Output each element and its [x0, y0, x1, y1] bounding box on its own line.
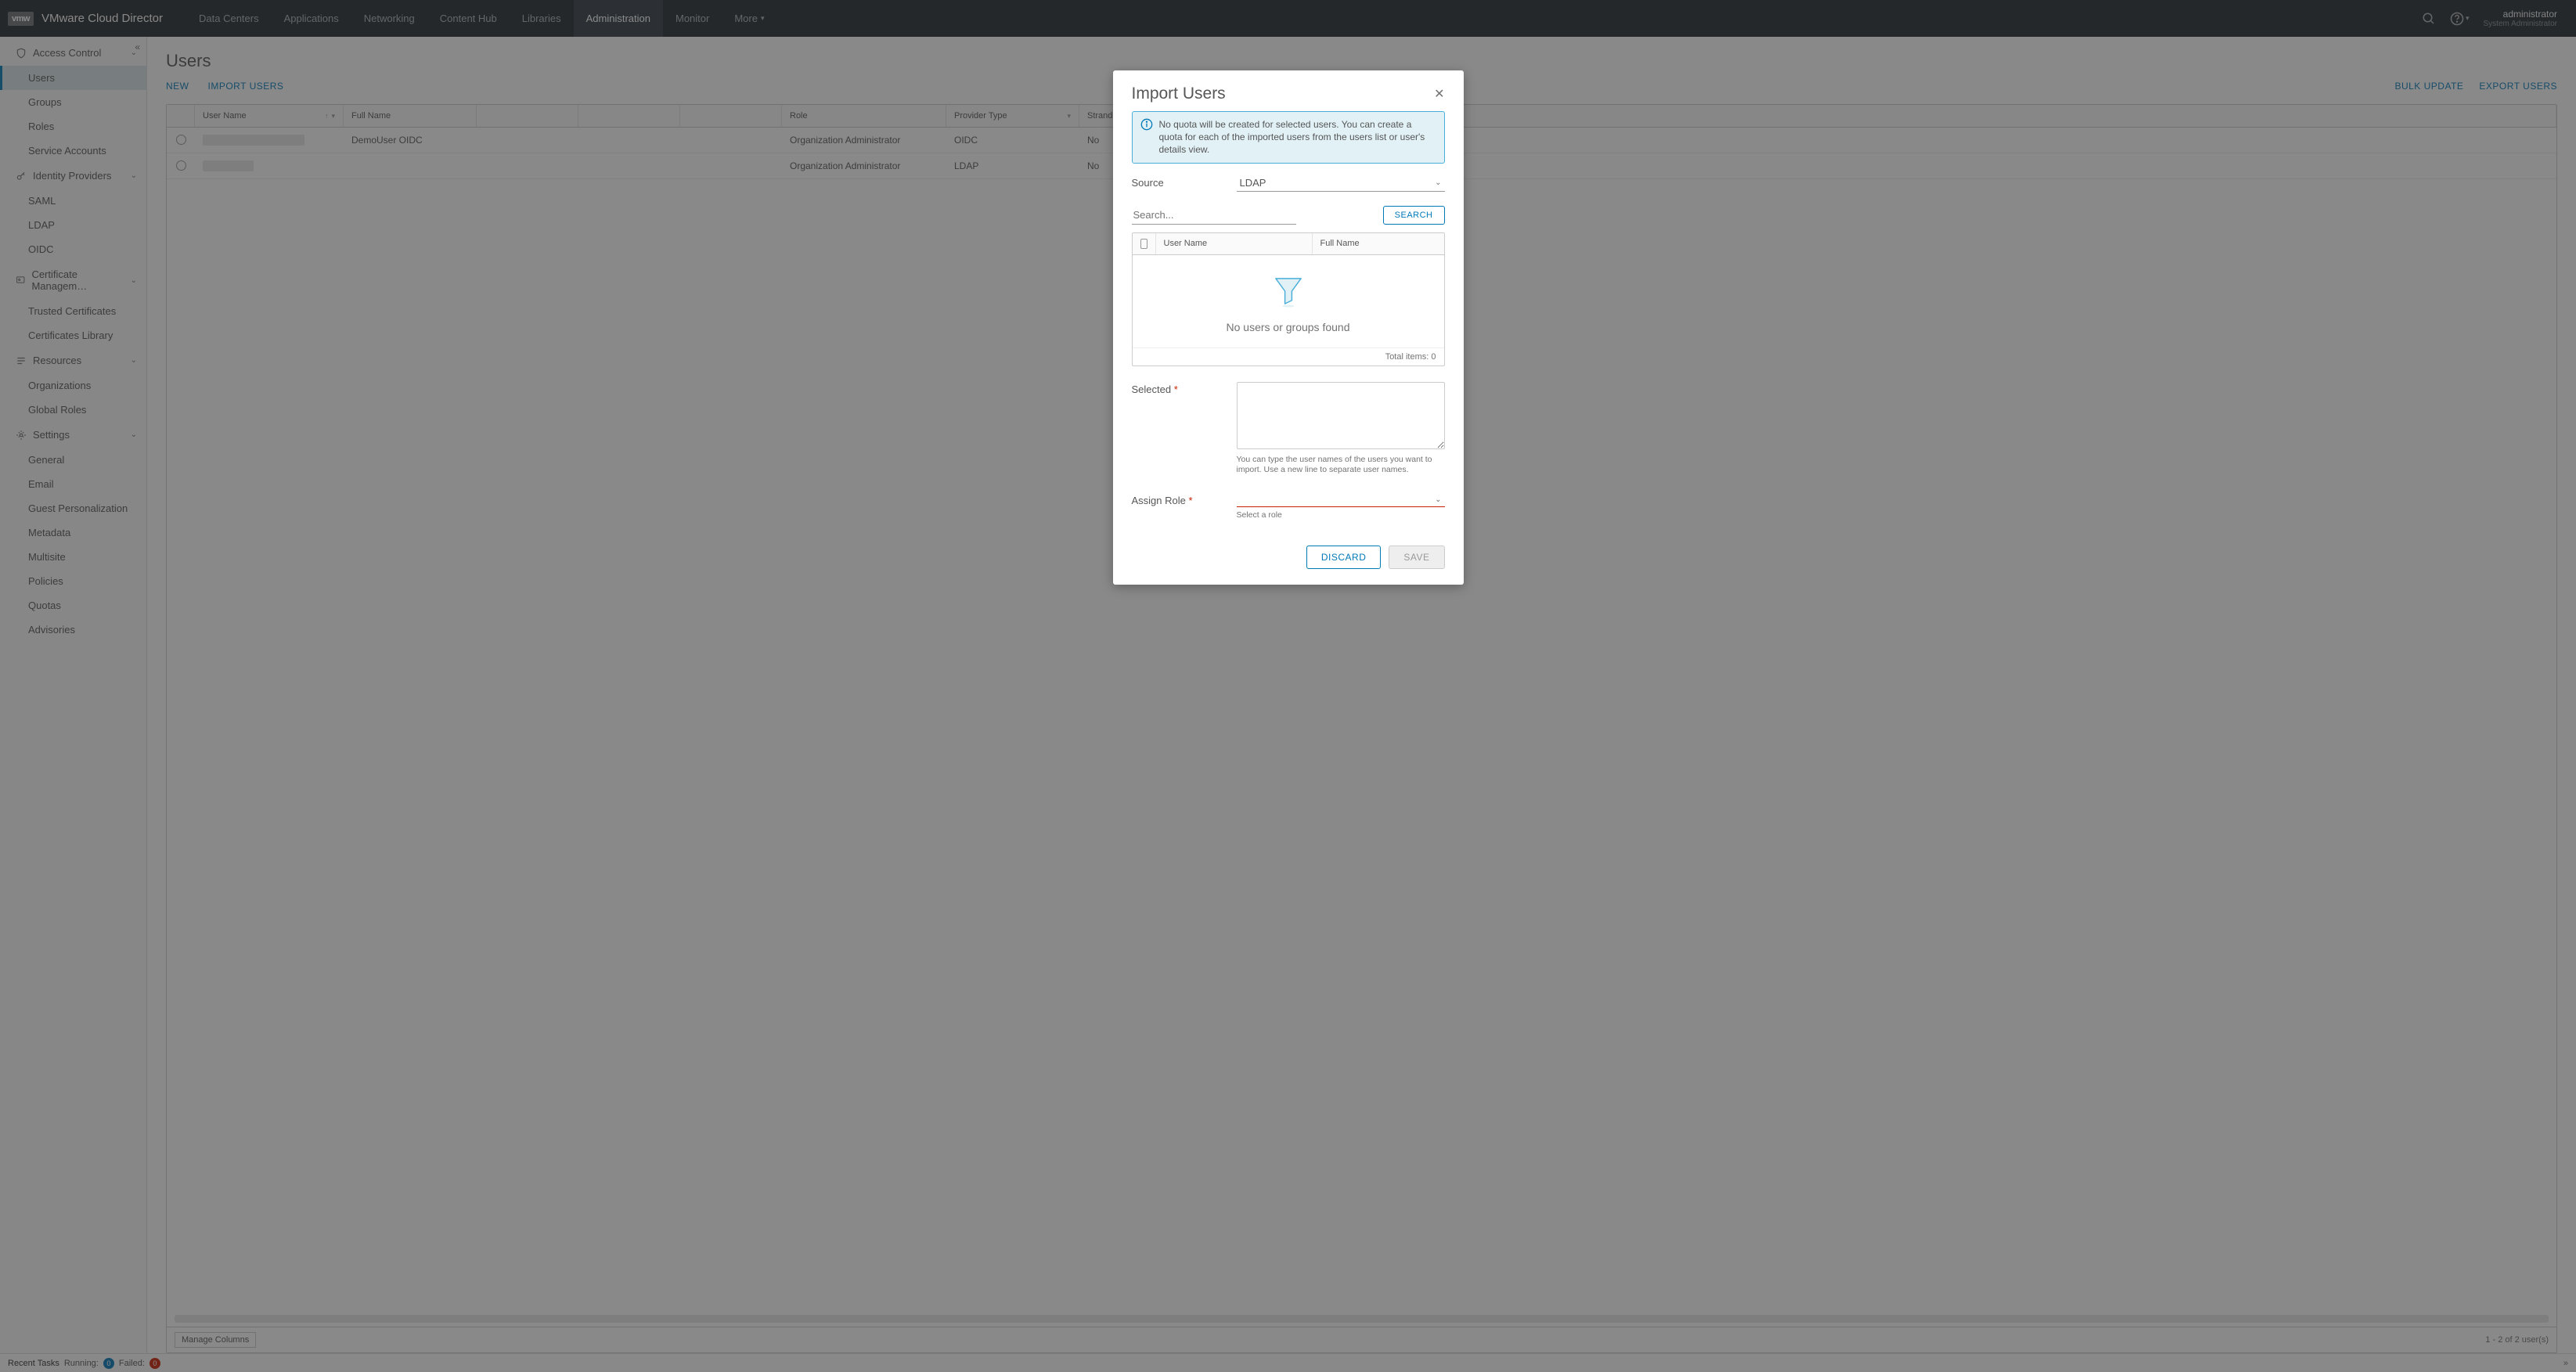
funnel-icon [1271, 274, 1306, 308]
picker-col-full-name[interactable]: Full Name [1313, 233, 1444, 254]
selected-hint: You can type the user names of the users… [1237, 455, 1445, 476]
assign-role-hint: Select a role [1237, 510, 1445, 521]
info-text: No quota will be created for selected us… [1159, 118, 1436, 157]
user-picker-grid: User Name Full Name No users or groups f… [1132, 232, 1445, 366]
save-button[interactable]: SAVE [1389, 546, 1444, 569]
select-all-checkbox[interactable] [1133, 233, 1156, 254]
selected-users-textarea[interactable] [1237, 382, 1445, 449]
search-input[interactable] [1132, 206, 1296, 225]
close-icon[interactable]: ✕ [1434, 86, 1444, 102]
picker-total-items: Total items: 0 [1133, 348, 1444, 366]
source-label: Source [1132, 177, 1237, 189]
dialog-title: Import Users [1132, 85, 1226, 103]
source-value: LDAP [1240, 177, 1266, 189]
selected-label: Selected * [1132, 382, 1237, 476]
info-alert: No quota will be created for selected us… [1132, 111, 1445, 164]
assign-role-select[interactable]: ⌄ [1237, 493, 1445, 507]
picker-empty-state: No users or groups found [1133, 255, 1444, 348]
source-select[interactable]: LDAP ⌄ [1237, 175, 1445, 192]
chevron-down-icon: ⌄ [1435, 178, 1441, 187]
search-button[interactable]: SEARCH [1383, 206, 1445, 225]
empty-message: No users or groups found [1140, 321, 1436, 333]
discard-button[interactable]: DISCARD [1306, 546, 1382, 569]
assign-role-label: Assign Role * [1132, 493, 1237, 506]
import-users-dialog: Import Users ✕ No quota will be created … [1113, 70, 1464, 585]
chevron-down-icon: ⌄ [1435, 495, 1441, 504]
picker-col-user-name[interactable]: User Name [1156, 233, 1313, 254]
info-icon [1140, 118, 1153, 157]
